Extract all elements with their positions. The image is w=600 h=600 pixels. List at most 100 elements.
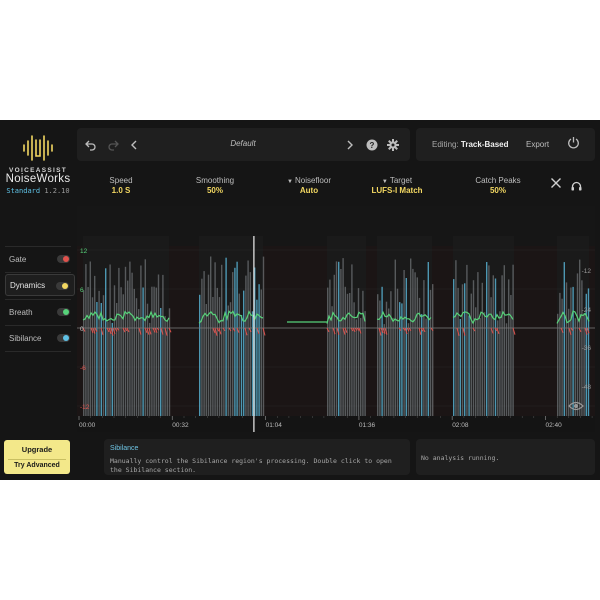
- param-value: LUFS-I Match: [371, 186, 423, 195]
- upgrade-panel: Upgrade Try Advanced: [4, 440, 70, 474]
- undo-button[interactable]: [83, 128, 99, 161]
- waveform-bar: [468, 315, 470, 416]
- try-advanced-button[interactable]: Try Advanced: [8, 459, 66, 469]
- listen-button[interactable]: [571, 178, 582, 196]
- dropdown-triangle-icon: ▼: [381, 179, 388, 185]
- waveform-bar: [479, 318, 481, 416]
- power-button[interactable]: [567, 136, 580, 154]
- upgrade-button[interactable]: Upgrade: [4, 445, 70, 454]
- waveform-bar: [331, 306, 333, 416]
- sidebar-item-breath[interactable]: Breath: [5, 301, 75, 323]
- param-label: Target: [389, 176, 413, 185]
- gate-toggle[interactable]: [57, 255, 70, 263]
- waveform-bar: [565, 282, 568, 416]
- help-button[interactable]: ?: [364, 128, 380, 161]
- waveform-bar: [464, 283, 466, 416]
- waveform-bar: [109, 264, 111, 416]
- sidebar-item-dynamics[interactable]: Dynamics: [5, 274, 75, 296]
- waveform-bar: [403, 270, 405, 416]
- waveform-bar: [98, 290, 100, 416]
- param-noisefloor[interactable]: ▼ Noisefloor Auto: [269, 176, 349, 195]
- previous-preset-button[interactable]: [127, 128, 141, 161]
- sidebar-item-label: Dynamics: [10, 280, 46, 290]
- waveform-bar: [124, 266, 127, 416]
- undo-icon: [85, 140, 96, 151]
- waveform-bar: [142, 287, 144, 416]
- time-tick-label: 01:04: [266, 422, 283, 429]
- time-tick-label: 01:36: [359, 422, 376, 429]
- waveform-bar: [335, 261, 338, 416]
- waveform-bar: [349, 293, 351, 416]
- waveform-bar: [203, 271, 205, 416]
- next-preset-button[interactable]: [343, 128, 357, 161]
- waveform-bar: [157, 274, 160, 416]
- editing-mode-selector[interactable]: Editing: Track-Based: [432, 140, 509, 149]
- waveform-bar: [405, 278, 407, 416]
- waveform-bar: [129, 261, 131, 416]
- dynamics-timeline[interactable]: 12 6 0 -6 -12 -12 -24 -36 -48 00:00 00:32 01:04 01…: [77, 206, 595, 432]
- waveform-bar: [243, 290, 245, 416]
- dynamics-toggle[interactable]: [56, 282, 69, 290]
- sidebar-item-sibilance[interactable]: Sibilance: [5, 327, 75, 349]
- waveform-bar: [475, 307, 477, 416]
- left-tick-label: -12: [80, 404, 90, 411]
- waveform-bar: [135, 298, 138, 416]
- waveform-bar: [201, 278, 203, 416]
- headphones-icon: [571, 181, 582, 191]
- sibilance-toggle[interactable]: [57, 334, 70, 342]
- waveform-bar: [340, 269, 342, 416]
- waveform-bar: [568, 308, 570, 416]
- waveform-bar: [557, 313, 559, 416]
- waveform-bar: [410, 258, 412, 416]
- param-target[interactable]: ▼ Target LUFS-I Match: [357, 176, 437, 195]
- toggle-dot: [62, 283, 68, 289]
- param-smoothing[interactable]: Smoothing 50%: [175, 176, 255, 195]
- param-speed[interactable]: Speed 1.0 S: [81, 176, 161, 195]
- redo-button[interactable]: [105, 128, 121, 161]
- waveform-bar: [153, 286, 155, 416]
- waveform-bar: [351, 264, 353, 416]
- waveform-bar: [364, 311, 366, 416]
- waveform-bar: [144, 259, 146, 416]
- dynamics-chart[interactable]: 12 6 0 -6 -12 -12 -24 -36 -48 00:00 00:32 01:04 01…: [77, 206, 595, 432]
- time-tick-label: 00:32: [172, 422, 189, 429]
- param-catch-peaks[interactable]: Catch Peaks 50%: [458, 176, 538, 195]
- chevron-right-icon: [347, 140, 353, 149]
- close-button[interactable]: [550, 176, 562, 194]
- waveform-bar: [225, 257, 227, 416]
- param-value: Auto: [299, 186, 319, 195]
- preset-name[interactable]: Default: [197, 139, 289, 148]
- waveform-bar: [394, 259, 396, 416]
- waveform-bar: [461, 284, 464, 416]
- waveform-bar: [499, 311, 501, 416]
- breath-toggle[interactable]: [57, 308, 70, 316]
- waveform-bar: [407, 323, 410, 416]
- analysis-status-panel: No analysis running.: [416, 439, 595, 475]
- waveform-bar: [466, 264, 468, 416]
- right-tick-label: -12: [582, 268, 592, 275]
- settings-button[interactable]: [385, 128, 401, 161]
- param-value: 50%: [489, 186, 506, 195]
- waveform-bar: [559, 292, 561, 416]
- sidebar-item-gate[interactable]: Gate: [5, 248, 75, 270]
- waveform-bar: [574, 318, 576, 416]
- waveform-bar: [385, 301, 388, 416]
- waveform-bar: [508, 279, 510, 416]
- waveform-bar: [388, 308, 390, 416]
- waveform-bar: [412, 268, 414, 416]
- export-button[interactable]: Export: [526, 140, 549, 149]
- waveform-bar: [492, 275, 494, 416]
- waveform-bar: [89, 261, 91, 416]
- waveform-bar: [344, 286, 346, 416]
- waveform-bar: [240, 315, 243, 416]
- waveform-bar: [579, 259, 581, 416]
- waveform-bar: [459, 319, 461, 416]
- waveform-bar: [362, 290, 364, 416]
- waveform-bar: [149, 322, 151, 416]
- waveform-bars: [83, 256, 590, 416]
- waveform-bar: [414, 272, 416, 416]
- waveform-bar: [432, 284, 434, 416]
- waveform-bar: [102, 295, 105, 416]
- waveform-bar: [221, 264, 223, 416]
- waveform-bar: [133, 288, 135, 416]
